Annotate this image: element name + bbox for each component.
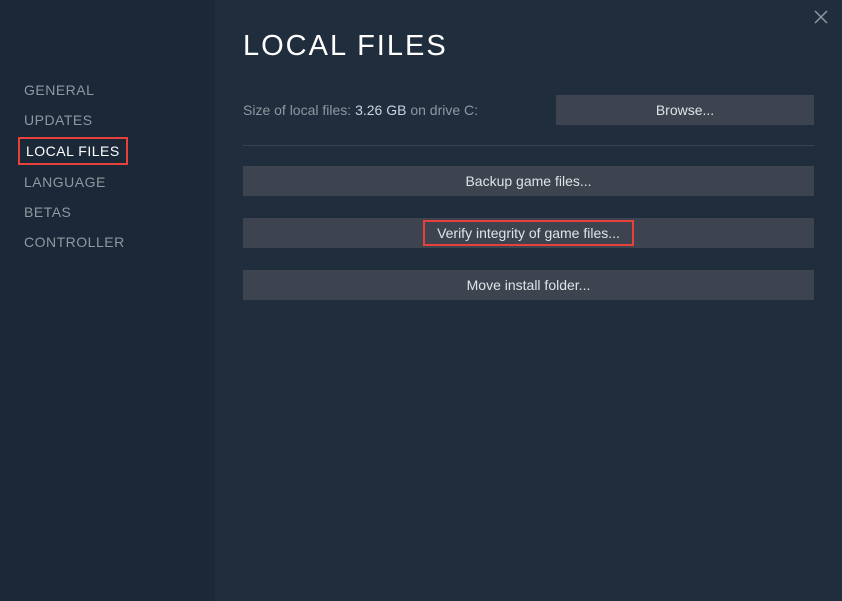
drive-label: on drive C: bbox=[406, 102, 478, 118]
verify-integrity-button[interactable]: Verify integrity of game files... bbox=[243, 218, 814, 248]
close-icon[interactable] bbox=[814, 10, 828, 24]
size-label: Size of local files: bbox=[243, 102, 355, 118]
sidebar-item-controller[interactable]: CONTROLLER bbox=[24, 227, 125, 257]
size-value: 3.26 GB bbox=[355, 102, 406, 118]
move-install-button[interactable]: Move install folder... bbox=[243, 270, 814, 300]
sidebar-item-local-files[interactable]: LOCAL FILES bbox=[18, 137, 128, 165]
size-info-text: Size of local files: 3.26 GB on drive C: bbox=[243, 102, 478, 118]
divider bbox=[243, 145, 814, 146]
main-panel: LOCAL FILES Size of local files: 3.26 GB… bbox=[215, 0, 842, 601]
verify-integrity-label: Verify integrity of game files... bbox=[423, 220, 634, 246]
sidebar-item-updates[interactable]: UPDATES bbox=[24, 105, 93, 135]
sidebar-item-betas[interactable]: BETAS bbox=[24, 197, 71, 227]
sidebar-item-general[interactable]: GENERAL bbox=[24, 75, 94, 105]
sidebar: GENERAL UPDATES LOCAL FILES LANGUAGE BET… bbox=[0, 0, 215, 601]
page-title: LOCAL FILES bbox=[243, 30, 814, 63]
properties-dialog: GENERAL UPDATES LOCAL FILES LANGUAGE BET… bbox=[0, 0, 842, 601]
backup-button[interactable]: Backup game files... bbox=[243, 166, 814, 196]
sidebar-item-language[interactable]: LANGUAGE bbox=[24, 167, 106, 197]
size-info-row: Size of local files: 3.26 GB on drive C:… bbox=[243, 95, 814, 125]
browse-button[interactable]: Browse... bbox=[556, 95, 814, 125]
